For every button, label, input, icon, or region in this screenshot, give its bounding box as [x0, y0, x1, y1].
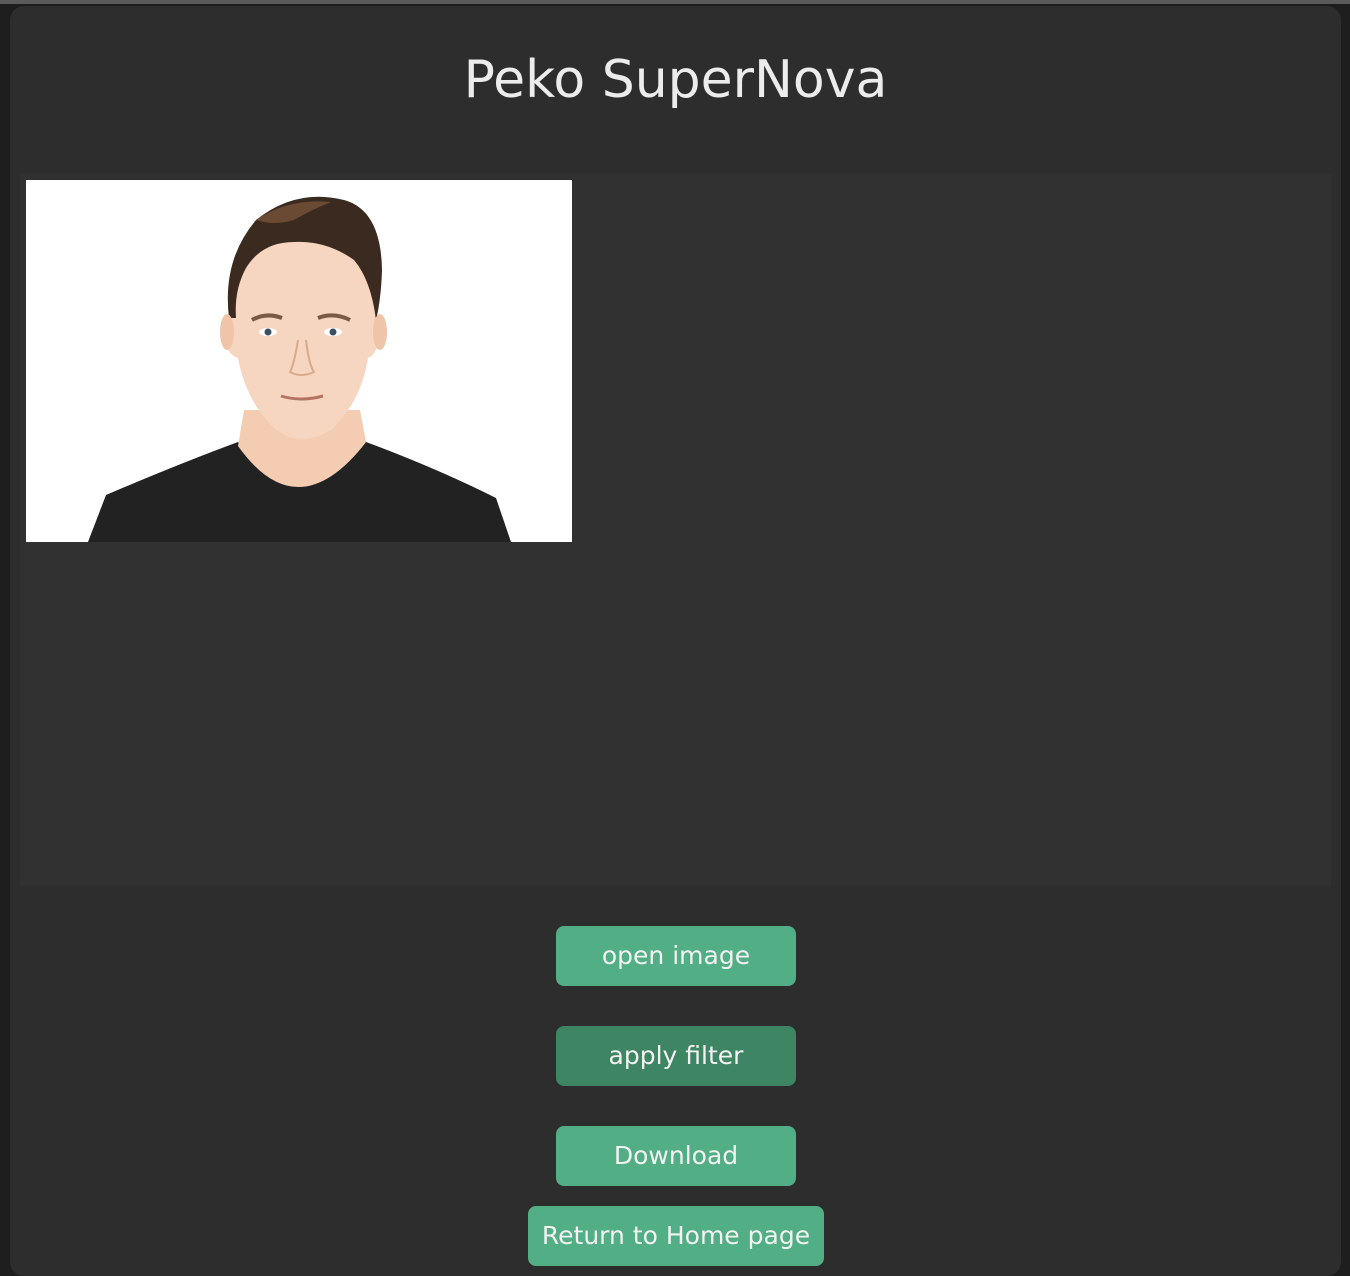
window-top-edge: [0, 0, 1350, 4]
page-title: Peko SuperNova: [463, 50, 888, 110]
return-home-button[interactable]: Return to Home page: [528, 1206, 824, 1266]
apply-filter-button[interactable]: apply filter: [556, 1026, 796, 1086]
uploaded-image: [26, 180, 572, 542]
download-button[interactable]: Download: [556, 1126, 796, 1186]
open-image-button[interactable]: open image: [556, 926, 796, 986]
image-canvas: [20, 174, 1331, 886]
app-window: Peko SuperNova open image apply filter D…: [10, 6, 1341, 1276]
